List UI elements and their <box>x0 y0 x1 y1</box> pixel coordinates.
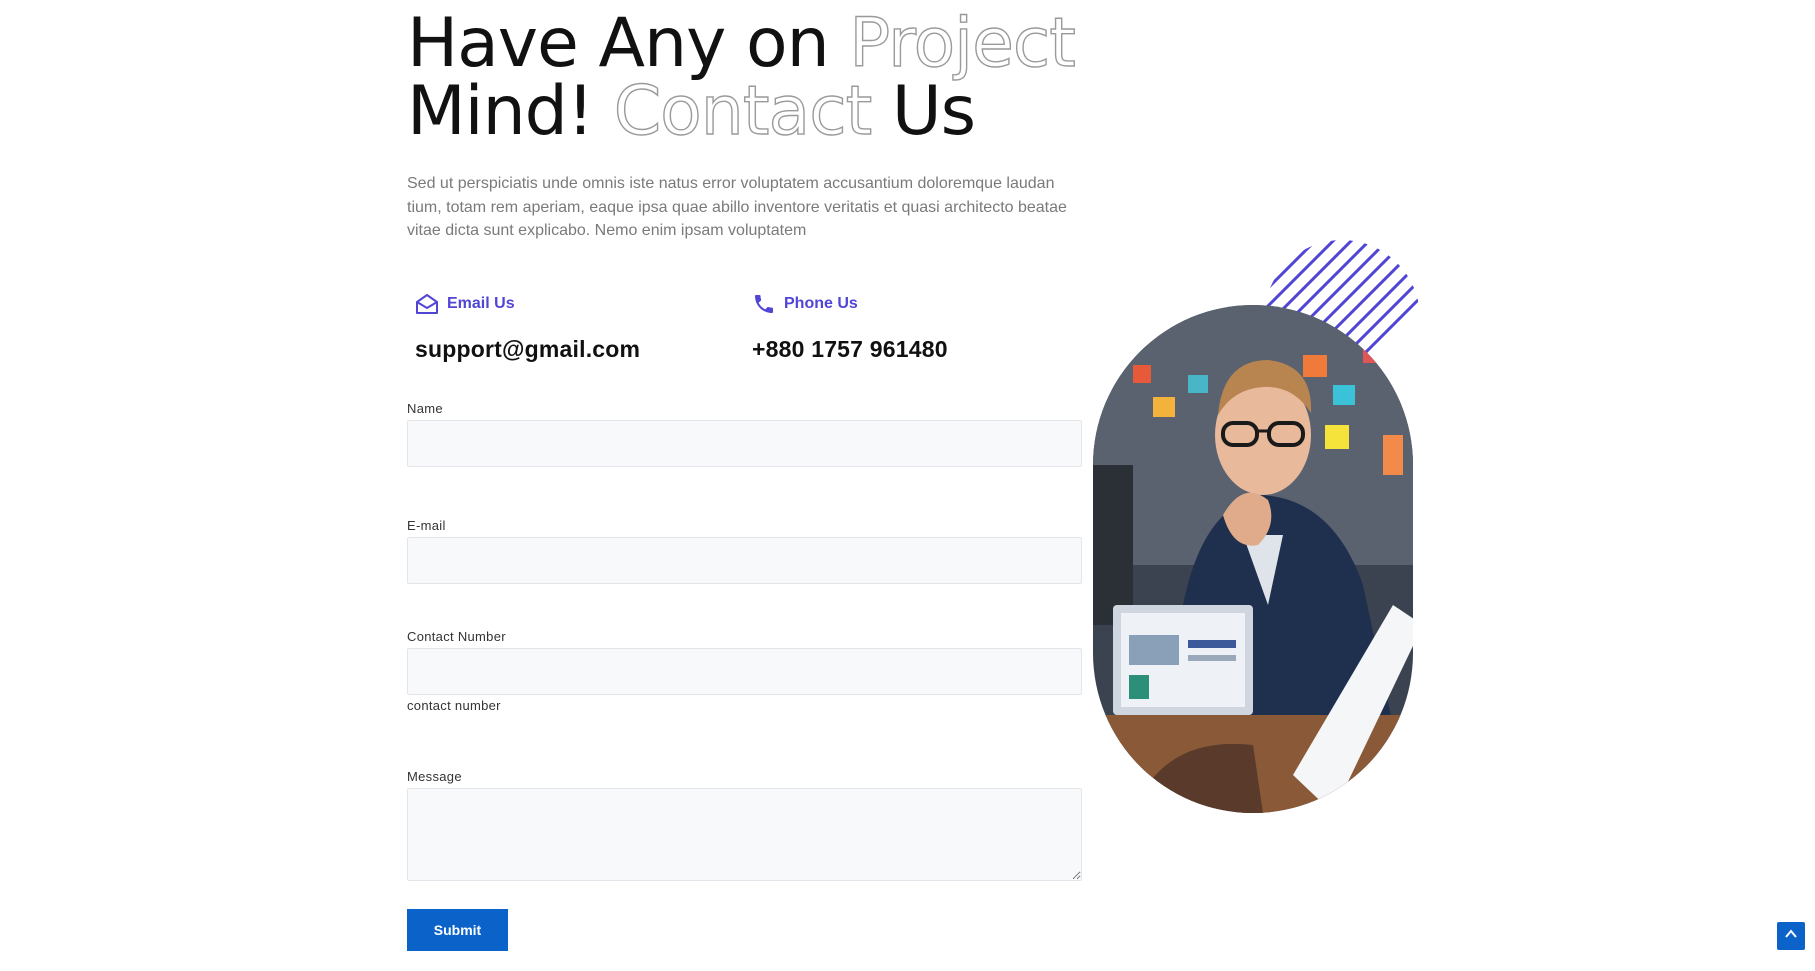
intro-paragraph: Sed ut perspiciatis unde omnis iste natu… <box>407 175 1067 239</box>
email-field[interactable] <box>407 537 1082 584</box>
email-field-label: E-mail <box>407 518 446 533</box>
email-contact-block: Email Us support@gmail.com <box>415 292 640 363</box>
phone-value[interactable]: +880 1757 961480 <box>752 336 948 363</box>
contact-page: Have Any on Project Mind! Contact Us Sed… <box>0 0 1815 971</box>
headline-text: Mind! <box>407 72 614 151</box>
contact-number-label: Contact Number <box>407 629 506 644</box>
phone-label: Phone Us <box>784 295 858 312</box>
name-input[interactable] <box>407 420 1082 467</box>
name-label: Name <box>407 401 443 416</box>
email-label: Email Us <box>447 295 515 312</box>
phone-icon <box>752 292 776 316</box>
headline-text: Us <box>871 72 976 151</box>
envelope-open-icon <box>415 292 439 316</box>
phone-label-row: Phone Us <box>752 292 948 316</box>
page-title: Have Any on Project Mind! Contact Us <box>407 9 1077 146</box>
headline-outline-text: Contact <box>613 72 873 151</box>
contact-number-helper: contact number <box>407 698 501 713</box>
message-label: Message <box>407 769 462 784</box>
headline-line2: Mind! Contact Us <box>407 72 976 151</box>
submit-button[interactable]: Submit <box>407 909 508 951</box>
email-value[interactable]: support@gmail.com <box>415 336 640 363</box>
message-textarea[interactable] <box>407 788 1082 881</box>
contact-number-input[interactable] <box>407 648 1082 695</box>
business-person-photo <box>1093 305 1413 813</box>
email-label-row: Email Us <box>415 292 640 316</box>
chevron-up-icon <box>1784 927 1798 946</box>
phone-contact-block: Phone Us +880 1757 961480 <box>752 292 948 363</box>
scroll-to-top-button[interactable] <box>1777 922 1805 950</box>
